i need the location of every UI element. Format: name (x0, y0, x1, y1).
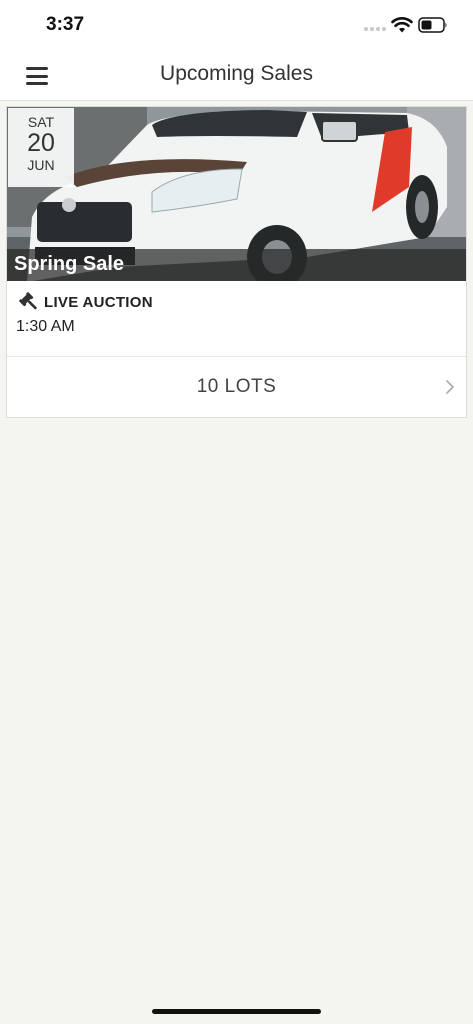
app-screen: 3:37 Upcoming Sales SAT 20 JUN Spring Sa… (0, 0, 473, 1024)
wifi-icon (391, 17, 413, 33)
sale-type-label: LIVE AUCTION (44, 293, 153, 311)
sale-type: LIVE AUCTION (19, 291, 153, 313)
date-month: JUN (27, 157, 55, 173)
lots-label: 10 LOTS (196, 376, 277, 397)
home-indicator[interactable] (152, 1009, 321, 1014)
date-day: 20 (27, 129, 55, 157)
sale-time: 1:30 AM (16, 318, 75, 335)
lots-button[interactable]: 10 LOTS (7, 356, 466, 417)
signal-icon (364, 27, 386, 31)
chevron-right-icon (446, 380, 454, 394)
date-day-of-week: SAT (27, 114, 55, 130)
status-time: 3:37 (46, 14, 85, 35)
date-badge: SAT 20 JUN (8, 108, 74, 187)
sale-title[interactable]: Spring Sale (14, 253, 124, 276)
gavel-icon (19, 292, 37, 310)
status-bar: 3:37 (0, 0, 473, 50)
sale-card[interactable]: SAT 20 JUN Spring Sale LIVE AUCTION 1:30… (6, 106, 467, 418)
title-strip: Spring Sale (7, 249, 466, 281)
sale-image[interactable]: SAT 20 JUN Spring Sale (7, 107, 466, 281)
page-title: Upcoming Sales (160, 62, 313, 85)
nav-bar: Upcoming Sales (0, 50, 473, 101)
battery-icon (418, 17, 447, 33)
